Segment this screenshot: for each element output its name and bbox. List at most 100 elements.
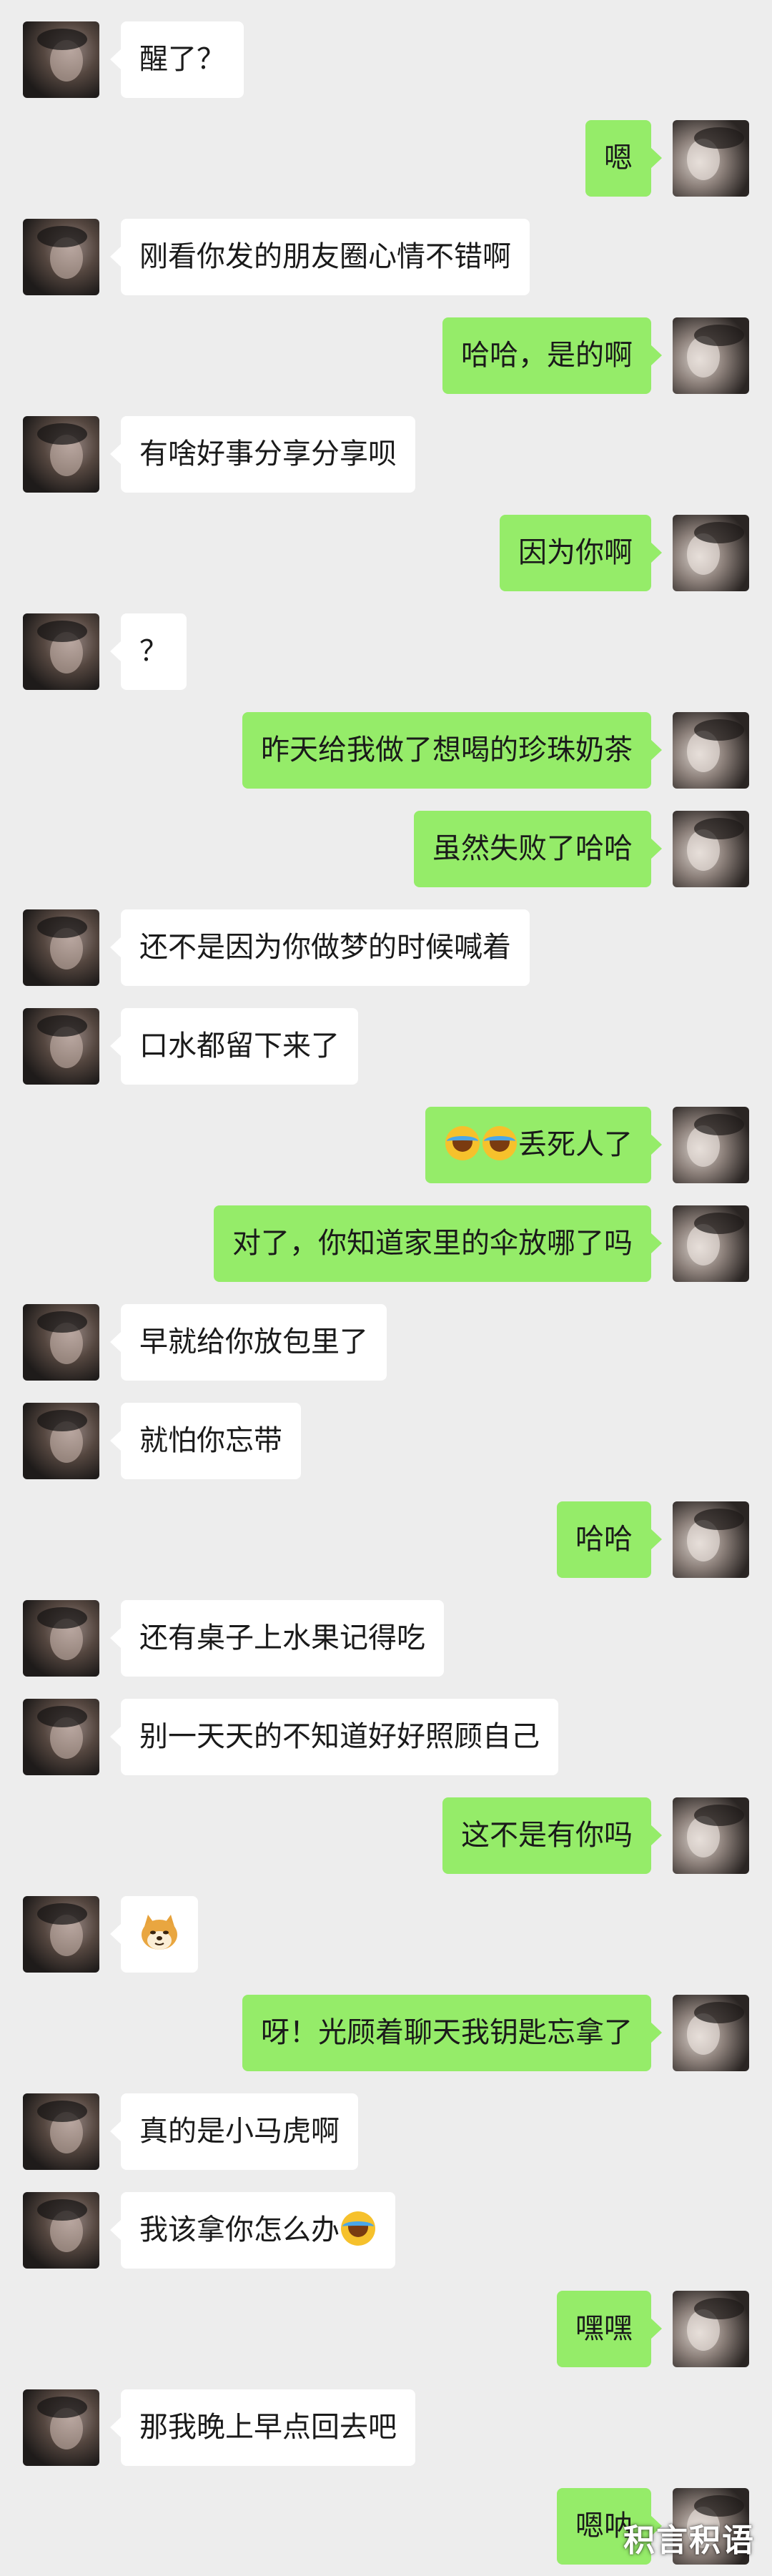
contact-avatar[interactable] xyxy=(23,2389,99,2466)
contact-avatar[interactable] xyxy=(23,21,99,98)
message-text: 还不是因为你做梦的时候喊着 xyxy=(139,931,511,964)
message-row: 口水都留下来了 xyxy=(0,1008,772,1087)
message-row: 还有桌子上水果记得吃 xyxy=(0,1600,772,1679)
message-row: 哈哈，是的啊 xyxy=(0,317,772,396)
outgoing-message-bubble[interactable]: 丢死人了 xyxy=(425,1107,662,1183)
message-row: 那我晚上早点回去吧 xyxy=(0,2389,772,2468)
self-avatar[interactable] xyxy=(673,317,749,394)
self-avatar[interactable] xyxy=(673,2291,749,2367)
message-text: 就怕你忘带 xyxy=(139,1424,282,1457)
message-row: 就怕你忘带 xyxy=(0,1403,772,1481)
message-row: 对了，你知道家里的伞放哪了吗 xyxy=(0,1205,772,1284)
self-avatar[interactable] xyxy=(673,120,749,197)
message-row: 因为你啊 xyxy=(0,515,772,593)
message-text: 丢死人了 xyxy=(518,1128,633,1161)
message-text: 这不是有你吗 xyxy=(461,1819,633,1852)
message-text: 刚看你发的朋友圈心情不错啊 xyxy=(139,240,511,273)
message-text: 我该拿你怎么办 xyxy=(139,2214,340,2246)
message-text: 哈哈，是的啊 xyxy=(461,339,633,372)
outgoing-message-bubble[interactable]: 因为你啊 xyxy=(500,515,662,591)
message-text: 口水都留下来了 xyxy=(139,1030,340,1062)
outgoing-message-bubble[interactable]: 昨天给我做了想喝的珍珠奶茶 xyxy=(242,712,662,789)
chat-window: 醒了？ 嗯刚看你发的朋友圈心情不错啊哈哈，是的啊有啥好事分享分享呗因为你啊 ？ 昨天给… xyxy=(0,0,772,2576)
contact-avatar[interactable] xyxy=(23,1600,99,1677)
message-text: 真的是小马虎啊 xyxy=(139,2115,340,2148)
message-row: 真的是小马虎啊 xyxy=(0,2093,772,2172)
contact-avatar[interactable] xyxy=(23,613,99,690)
incoming-message-bubble[interactable]: 别一天天的不知道好好照顾自己 xyxy=(110,1699,558,1775)
message-text: 嗯 xyxy=(604,142,633,174)
self-avatar[interactable] xyxy=(673,1501,749,1578)
outgoing-message-bubble[interactable]: 虽然失败了哈哈 xyxy=(414,811,662,887)
contact-avatar[interactable] xyxy=(23,2093,99,2170)
incoming-message-bubble[interactable]: 那我晚上早点回去吧 xyxy=(110,2389,415,2466)
outgoing-message-bubble[interactable]: 这不是有你吗 xyxy=(442,1797,662,1874)
contact-avatar[interactable] xyxy=(23,1699,99,1775)
self-avatar[interactable] xyxy=(673,1797,749,1874)
laugh-cry-emoji xyxy=(482,1126,517,1160)
message-text: 因为你啊 xyxy=(518,536,633,569)
message-row: 哈哈 xyxy=(0,1501,772,1580)
self-avatar[interactable] xyxy=(673,811,749,887)
message-text: 早就给你放包里了 xyxy=(139,1326,368,1358)
incoming-message-bubble[interactable]: 口水都留下来了 xyxy=(110,1008,358,1085)
message-row: 我该拿你怎么办 xyxy=(0,2192,772,2271)
message-row: 有啥好事分享分享呗 xyxy=(0,416,772,495)
message-row: 嘿嘿 xyxy=(0,2291,772,2369)
incoming-message-bubble[interactable] xyxy=(110,1896,198,1973)
message-text: 对了，你知道家里的伞放哪了吗 xyxy=(232,1227,633,1260)
message-row: 虽然失败了哈哈 xyxy=(0,811,772,889)
outgoing-message-bubble[interactable]: 呀！光顾着聊天我钥匙忘拿了 xyxy=(242,1995,662,2071)
outgoing-message-bubble[interactable]: 对了，你知道家里的伞放哪了吗 xyxy=(214,1205,662,1282)
message-row: 刚看你发的朋友圈心情不错啊 xyxy=(0,219,772,297)
outgoing-message-bubble[interactable]: 嗯 xyxy=(585,120,662,197)
message-row: ？ xyxy=(0,613,772,692)
message-text: 虽然失败了哈哈 xyxy=(432,832,633,865)
message-text: 还有桌子上水果记得吃 xyxy=(139,1622,425,1654)
message-text: 有啥好事分享分享呗 xyxy=(139,438,397,470)
incoming-message-bubble[interactable]: 还有桌子上水果记得吃 xyxy=(110,1600,444,1677)
contact-avatar[interactable] xyxy=(23,1896,99,1973)
incoming-message-bubble[interactable]: 有啥好事分享分享呗 xyxy=(110,416,415,493)
outgoing-message-bubble[interactable]: 嘿嘿 xyxy=(557,2291,662,2367)
incoming-message-bubble[interactable]: 早就给你放包里了 xyxy=(110,1304,387,1381)
contact-avatar[interactable] xyxy=(23,1008,99,1085)
incoming-message-bubble[interactable]: 就怕你忘带 xyxy=(110,1403,301,1479)
message-text: 哈哈 xyxy=(575,1523,633,1556)
incoming-message-bubble[interactable]: 真的是小马虎啊 xyxy=(110,2093,358,2170)
watermark: 积言积语 xyxy=(623,2522,755,2559)
self-avatar[interactable] xyxy=(673,515,749,591)
outgoing-message-bubble[interactable]: 哈哈，是的啊 xyxy=(442,317,662,394)
incoming-message-bubble[interactable]: 我该拿你怎么办 xyxy=(110,2192,395,2269)
self-avatar[interactable] xyxy=(673,1107,749,1183)
self-avatar[interactable] xyxy=(673,1205,749,1282)
message-text: 昨天给我做了想喝的珍珠奶茶 xyxy=(261,734,633,766)
outgoing-message-bubble[interactable]: 哈哈 xyxy=(557,1501,662,1578)
contact-avatar[interactable] xyxy=(23,909,99,986)
message-text: 那我晚上早点回去吧 xyxy=(139,2411,397,2444)
message-row: 还不是因为你做梦的时候喊着 xyxy=(0,909,772,988)
incoming-message-bubble[interactable]: ？ xyxy=(110,613,187,690)
incoming-message-bubble[interactable]: 刚看你发的朋友圈心情不错啊 xyxy=(110,219,530,295)
self-avatar[interactable] xyxy=(673,712,749,789)
incoming-message-bubble[interactable]: 还不是因为你做梦的时候喊着 xyxy=(110,909,530,986)
incoming-message-bubble[interactable]: 醒了？ xyxy=(110,21,244,98)
contact-avatar[interactable] xyxy=(23,219,99,295)
laugh-cry-emoji xyxy=(445,1126,480,1160)
message-row: 别一天天的不知道好好照顾自己 xyxy=(0,1699,772,1777)
message-text: 醒了？ xyxy=(139,43,225,76)
contact-avatar[interactable] xyxy=(23,416,99,493)
message-row: 醒了？ xyxy=(0,21,772,100)
message-text: 嘿嘿 xyxy=(575,2312,633,2345)
message-row: 嗯 xyxy=(0,120,772,199)
contact-avatar[interactable] xyxy=(23,2192,99,2269)
message-row: 呀！光顾着聊天我钥匙忘拿了 xyxy=(0,1995,772,2073)
laugh-cry-emoji xyxy=(341,2211,375,2246)
message-text: 呀！光顾着聊天我钥匙忘拿了 xyxy=(261,2016,633,2049)
message-text: 别一天天的不知道好好照顾自己 xyxy=(139,1720,540,1753)
contact-avatar[interactable] xyxy=(23,1403,99,1479)
message-row: 这不是有你吗 xyxy=(0,1797,772,1876)
message-row: 早就给你放包里了 xyxy=(0,1304,772,1383)
contact-avatar[interactable] xyxy=(23,1304,99,1381)
self-avatar[interactable] xyxy=(673,1995,749,2071)
